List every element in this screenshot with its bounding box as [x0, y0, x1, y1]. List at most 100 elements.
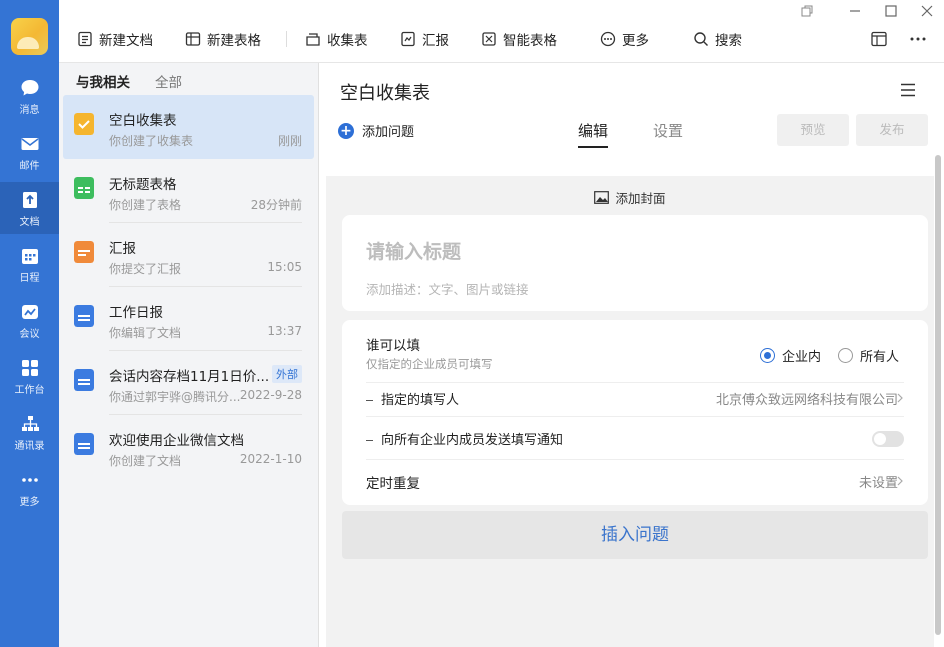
- more-circle-icon: [600, 31, 616, 47]
- rail-item-calendar[interactable]: 日程: [0, 238, 59, 290]
- pin-window-icon[interactable]: [800, 4, 814, 18]
- smart-sheet-button[interactable]: 智能表格: [481, 28, 557, 50]
- preview-button[interactable]: 预览: [777, 114, 849, 146]
- notify-row: 向所有企业内成员发送填写通知: [366, 429, 563, 448]
- assigned-fillers-row[interactable]: 指定的填写人: [366, 389, 459, 408]
- new-doc-label: 新建文档: [99, 33, 153, 49]
- doc-icon: [74, 433, 94, 455]
- divider: [366, 416, 904, 417]
- rail-label: 通讯录: [14, 441, 45, 452]
- add-cover-button[interactable]: 添加封面: [326, 188, 934, 207]
- list-tabs: 与我相关 全部: [59, 63, 318, 97]
- more-icon: [21, 478, 38, 482]
- maximize-icon[interactable]: [884, 4, 898, 18]
- radio-empty-icon: [838, 348, 853, 363]
- smart-sheet-label: 智能表格: [503, 33, 557, 49]
- form-editor: 空白收集表 + 添加问题 编辑 设置 预览 发布 添加封面 请输入标题 添加描述…: [320, 63, 944, 647]
- image-icon: [594, 191, 610, 204]
- rail-label: 更多: [19, 497, 40, 508]
- more-button[interactable]: 更多: [600, 28, 649, 50]
- rail-label: 工作台: [14, 385, 45, 396]
- form-button[interactable]: 收集表: [305, 28, 368, 50]
- sheet-icon: [185, 32, 201, 46]
- chevron-right-icon[interactable]: [896, 393, 904, 403]
- list-item[interactable]: 欢迎使用企业微信文档 你创建了文档 2022-1-10: [63, 415, 314, 479]
- report-label: 汇报: [422, 33, 449, 49]
- item-subtitle: 你提交了汇报: [109, 262, 182, 276]
- scrollbar[interactable]: [935, 155, 941, 635]
- list-item[interactable]: 空白收集表 你创建了收集表 刚刚: [63, 95, 314, 159]
- item-subtitle: 你通过郭宇骅@腾讯分...: [109, 390, 241, 404]
- item-time: 28分钟前: [250, 198, 302, 212]
- tab-related[interactable]: 与我相关: [76, 71, 130, 97]
- item-title: 无标题表格: [109, 177, 177, 193]
- menu-icon[interactable]: [900, 83, 916, 97]
- toolbar-divider: [286, 31, 287, 47]
- new-doc-button[interactable]: 新建文档: [77, 28, 153, 50]
- rail-label: 会议: [19, 329, 40, 340]
- layout-icon[interactable]: [870, 30, 888, 48]
- new-sheet-button[interactable]: 新建表格: [185, 28, 261, 50]
- list-item[interactable]: 工作日报 你编辑了文档 13:37: [63, 287, 314, 351]
- rail-item-mail[interactable]: 邮件: [0, 126, 59, 178]
- form-title-input[interactable]: 请输入标题: [366, 237, 461, 264]
- add-question-button[interactable]: + 添加问题: [338, 121, 414, 140]
- more-options-icon[interactable]: [909, 30, 927, 48]
- tab-all[interactable]: 全部: [155, 71, 182, 91]
- item-time: 15:05: [267, 260, 302, 274]
- rail-item-messages[interactable]: 消息: [0, 70, 59, 122]
- rail-label: 日程: [19, 273, 40, 284]
- user-avatar[interactable]: [11, 18, 48, 55]
- rail-label: 消息: [19, 105, 40, 116]
- add-cover-label: 添加封面: [615, 191, 666, 206]
- item-title: 会话内容存档11月1日价...: [109, 369, 270, 385]
- schedule-value[interactable]: 未设置: [859, 472, 898, 491]
- rail-item-contacts[interactable]: 通讯录: [0, 406, 59, 458]
- notify-label: 向所有企业内成员发送填写通知: [381, 433, 564, 448]
- add-question-label: 添加问题: [362, 125, 415, 140]
- report-icon: [401, 31, 415, 47]
- tab-edit[interactable]: 编辑: [578, 120, 609, 148]
- item-subtitle: 你创建了收集表: [109, 134, 194, 148]
- plus-icon: +: [338, 122, 354, 139]
- list-item[interactable]: 汇报 你提交了汇报 15:05: [63, 223, 314, 287]
- form-canvas: 添加封面 请输入标题 添加描述：文字、图片或链接 谁可以填 仅指定的企业成员可填…: [326, 176, 934, 647]
- publish-button[interactable]: 发布: [856, 114, 928, 146]
- search-button[interactable]: 搜索: [693, 28, 742, 50]
- app-rail: 消息 邮件 文档 日程 会议 工作台 通讯录 更多: [0, 0, 59, 647]
- form-icon: [306, 33, 320, 46]
- form-label: 收集表: [327, 33, 368, 49]
- radio-selected-icon: [760, 348, 775, 363]
- item-title: 欢迎使用企业微信文档: [109, 433, 244, 449]
- list-item[interactable]: 会话内容存档11月1日价... 外部 你通过郭宇骅@腾讯分... 2022-9-…: [63, 351, 314, 415]
- form-description-input[interactable]: 添加描述：文字、图片或链接: [366, 279, 529, 298]
- report-button[interactable]: 汇报: [400, 28, 449, 50]
- rail-item-more[interactable]: 更多: [0, 462, 59, 514]
- divider: [366, 459, 904, 460]
- insert-question-button[interactable]: 插入问题: [342, 511, 928, 559]
- list-item[interactable]: 无标题表格 你创建了表格 28分钟前: [63, 159, 314, 223]
- title-card[interactable]: 请输入标题 添加描述：文字、图片或链接: [342, 215, 928, 311]
- minimize-icon[interactable]: [848, 4, 862, 18]
- more-label: 更多: [622, 33, 649, 49]
- doc-icon: [22, 192, 37, 208]
- item-time: 刚刚: [277, 134, 302, 148]
- rail-item-docs[interactable]: 文档: [0, 182, 59, 234]
- rail-item-meeting[interactable]: 会议: [0, 294, 59, 346]
- notify-toggle[interactable]: [872, 431, 904, 447]
- chevron-right-icon[interactable]: [896, 476, 904, 486]
- rail-item-workbench[interactable]: 工作台: [0, 350, 59, 402]
- schedule-label: 定时重复: [366, 476, 420, 492]
- report-icon: [74, 241, 94, 263]
- doc-icon: [74, 305, 94, 327]
- company-value[interactable]: 北京傅众致远网络科技有限公司: [716, 389, 898, 408]
- radio-everyone[interactable]: 所有人: [838, 346, 899, 365]
- dash-icon: [366, 440, 373, 441]
- close-icon[interactable]: [920, 4, 934, 18]
- tab-settings[interactable]: 设置: [653, 120, 683, 141]
- who-can-fill-sub: 仅指定的企业成员可填写: [366, 357, 493, 371]
- page-title: 空白收集表: [340, 83, 430, 104]
- item-subtitle: 你创建了文档: [109, 454, 182, 468]
- doc-icon: [74, 369, 94, 391]
- radio-internal[interactable]: 企业内: [760, 346, 821, 365]
